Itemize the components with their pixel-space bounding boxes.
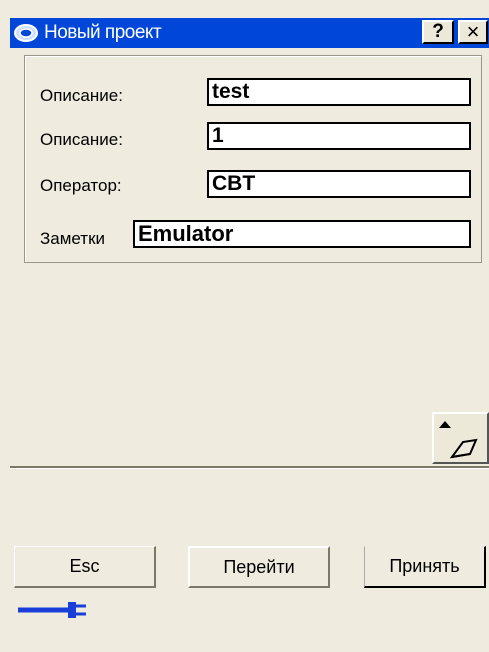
divider: [10, 466, 489, 469]
close-button[interactable]: ×: [458, 20, 488, 44]
description-field-2[interactable]: 1: [207, 122, 471, 150]
description-label: Описание:: [40, 86, 123, 105]
help-button[interactable]: ?: [422, 20, 454, 44]
description-field[interactable]: test: [207, 78, 471, 106]
operator-field[interactable]: CBT: [207, 170, 471, 198]
app-logo-icon: [14, 24, 38, 42]
accept-button[interactable]: Принять: [364, 546, 486, 588]
scroll-up-button[interactable]: [432, 412, 489, 464]
plug-icon: [18, 602, 86, 618]
go-button[interactable]: Перейти: [188, 546, 330, 588]
notes-field[interactable]: Emulator: [133, 220, 471, 248]
description-label-2: Описание:: [40, 130, 123, 149]
esc-button[interactable]: Esc: [14, 546, 156, 588]
scroll-up-arrow-icon: [439, 421, 478, 459]
notes-label: Заметки: [40, 229, 106, 248]
title-bar: Новый проект ? ×: [10, 18, 489, 48]
operator-label: Оператор:: [40, 176, 122, 195]
window-title: Новый проект: [44, 22, 162, 43]
